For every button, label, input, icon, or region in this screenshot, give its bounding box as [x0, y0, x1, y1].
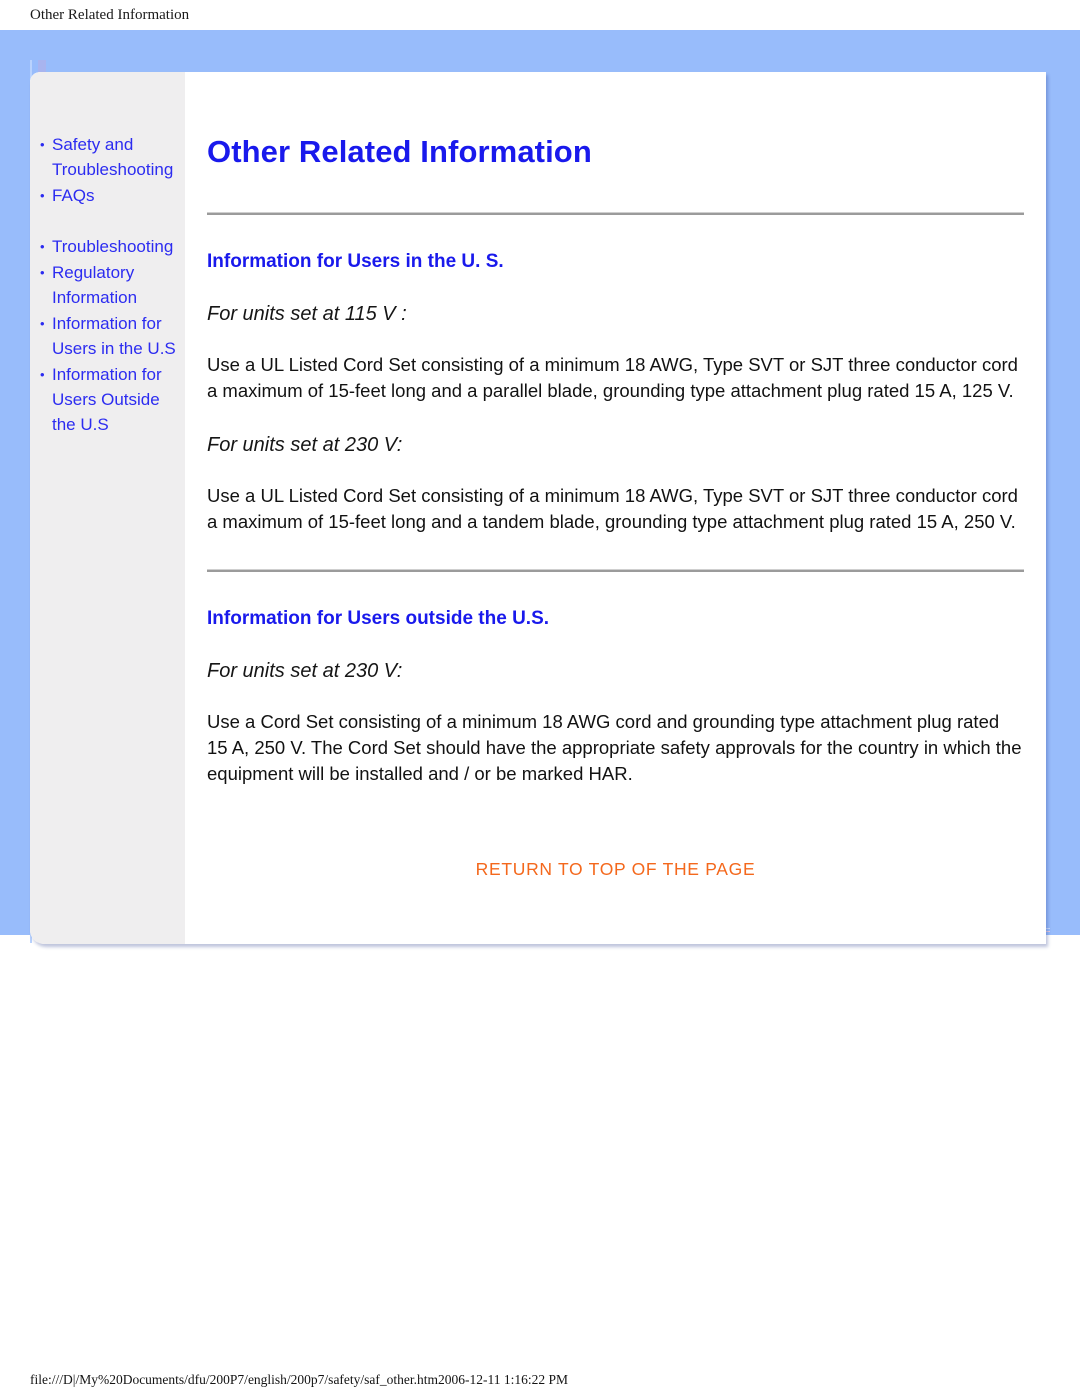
main-content: Other Related Information Information fo… [185, 72, 1046, 944]
paragraph-230v-us: Use a UL Listed Cord Set consisting of a… [207, 485, 1018, 532]
sidebar-item-regulatory-information[interactable]: Regulatory Information [30, 260, 185, 310]
sidebar-item-troubleshooting[interactable]: Troubleshooting [30, 234, 185, 259]
footer-file-path: file:///D|/My%20Documents/dfu/200P7/engl… [30, 1372, 569, 1387]
page-frame: Safety and Troubleshooting FAQs Troubles… [0, 30, 1080, 944]
return-to-top-link[interactable]: RETURN TO TOP OF THE PAGE [316, 859, 916, 880]
section-heading-users-outside-us: Information for Users outside the U.S. [207, 608, 550, 629]
content-card: Safety and Troubleshooting FAQs Troubles… [30, 72, 1046, 944]
divider-top [207, 212, 1024, 215]
print-header-title: Other Related Information [30, 7, 190, 23]
paragraph-115v: Use a UL Listed Cord Set consisting of a… [207, 354, 1018, 401]
section-heading-users-in-us: Information for Users in the U. S. [207, 251, 504, 272]
page-title: Other Related Information [207, 134, 592, 169]
divider-middle [207, 569, 1024, 572]
sidebar-item-faqs[interactable]: FAQs [30, 183, 185, 208]
sidebar-item-information-for-users-in-the-us[interactable]: Information for Users in the U.S [30, 311, 185, 361]
sidebar-navigation: Safety and Troubleshooting FAQs Troubles… [30, 72, 185, 944]
sub-heading-230v-us: For units set at 230 V: [207, 434, 403, 456]
sidebar-group-primary: Safety and Troubleshooting FAQs [30, 132, 185, 208]
sub-heading-230v-outside: For units set at 230 V: [207, 660, 403, 682]
sidebar-item-safety-and-troubleshooting[interactable]: Safety and Troubleshooting [30, 132, 185, 182]
sidebar-group-secondary: Troubleshooting Regulatory Information I… [30, 234, 185, 437]
sidebar-item-information-for-users-outside-the-us[interactable]: Information for Users Outside the U.S [30, 362, 185, 437]
sub-heading-115v: For units set at 115 V : [207, 303, 407, 325]
paragraph-230v-outside: Use a Cord Set consisting of a minimum 1… [207, 711, 1022, 784]
